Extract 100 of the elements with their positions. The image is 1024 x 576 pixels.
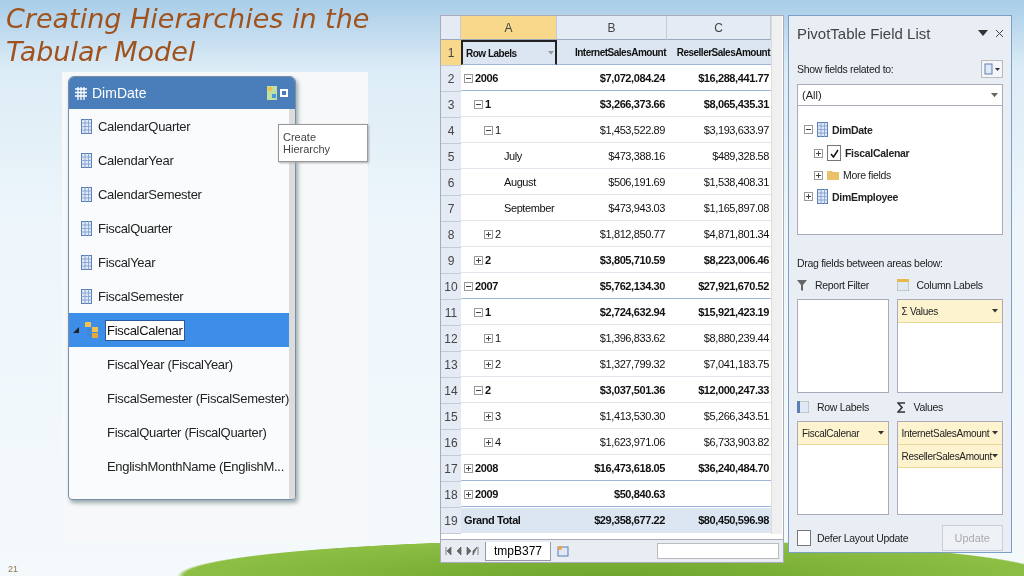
collapse-icon[interactable] bbox=[474, 385, 483, 395]
hierarchy-level[interactable]: FiscalSemester (FiscalSemester) bbox=[107, 390, 290, 406]
total-label: Grand Total bbox=[461, 508, 557, 533]
table-icon bbox=[817, 189, 828, 204]
table-icon bbox=[817, 122, 828, 137]
field-chip[interactable]: ResellerSalesAmount bbox=[897, 445, 1002, 468]
filter-icon bbox=[797, 279, 807, 291]
collapse-icon[interactable] bbox=[484, 125, 493, 135]
horizontal-scrollbar[interactable] bbox=[657, 543, 779, 559]
column-name[interactable]: CalendarQuarter bbox=[98, 118, 191, 134]
drop-area[interactable]: InternetSalesAmount ResellerSalesAmount bbox=[896, 421, 1003, 515]
table-icon bbox=[75, 86, 87, 100]
field-name[interactable]: FiscalCalenar bbox=[845, 147, 910, 159]
collapse-icon[interactable] bbox=[804, 125, 813, 134]
row-number: 10 bbox=[441, 274, 461, 300]
filter-dropdown-icon bbox=[548, 51, 554, 55]
column-header[interactable]: B bbox=[557, 16, 667, 40]
row-label: August bbox=[504, 176, 536, 188]
total-cell: $80,450,596.98 bbox=[667, 508, 771, 533]
dropdown-icon bbox=[992, 309, 998, 313]
expand-icon[interactable] bbox=[464, 489, 473, 499]
expand-icon[interactable] bbox=[464, 463, 473, 473]
hierarchy-level[interactable]: FiscalQuarter (FiscalQuarter) bbox=[107, 424, 267, 440]
column-name[interactable]: FiscalQuarter bbox=[98, 220, 173, 236]
close-icon[interactable] bbox=[996, 29, 1003, 37]
row-label: 2 bbox=[485, 384, 491, 396]
row-number: 15 bbox=[441, 404, 461, 430]
expand-icon[interactable] bbox=[484, 411, 493, 421]
row-number: 19 bbox=[441, 508, 461, 534]
field-checkbox[interactable] bbox=[827, 145, 841, 161]
row-number: 16 bbox=[441, 430, 461, 456]
row-label: 2 bbox=[495, 228, 501, 240]
column-header[interactable]: C bbox=[667, 16, 771, 40]
row-number: 12 bbox=[441, 326, 461, 352]
table-icon bbox=[81, 254, 92, 270]
row-number: 5 bbox=[441, 144, 461, 170]
table-name[interactable]: DimEmployee bbox=[832, 190, 899, 203]
row-number: 2 bbox=[441, 66, 461, 92]
expand-icon[interactable] bbox=[484, 229, 493, 239]
row-label: 2 bbox=[485, 254, 491, 266]
columns-icon bbox=[896, 279, 909, 291]
dropdown-icon bbox=[978, 30, 988, 36]
area-title: Row Labels bbox=[817, 401, 869, 413]
row-number: 9 bbox=[441, 248, 461, 274]
dropdown-icon bbox=[877, 431, 884, 435]
collapse-icon[interactable] bbox=[474, 307, 483, 317]
dropdown-icon bbox=[992, 454, 998, 458]
table-icon bbox=[81, 152, 92, 168]
name-field[interactable]: FiscalCalenar bbox=[105, 319, 185, 341]
collapse-icon[interactable] bbox=[464, 281, 473, 291]
column-name[interactable]: CalendarYear bbox=[98, 152, 174, 168]
row-label: September bbox=[504, 202, 555, 214]
drop-area[interactable]: FiscalCalenar bbox=[797, 421, 889, 515]
column-name[interactable]: CalendarSemester bbox=[98, 186, 202, 202]
areas-label: Drag fields between areas below: bbox=[797, 257, 944, 269]
row-label: 2009 bbox=[475, 488, 498, 500]
expand-icon[interactable] bbox=[484, 359, 493, 369]
expand-icon[interactable] bbox=[484, 437, 493, 447]
expand-icon[interactable] bbox=[814, 148, 823, 158]
row-number: 1 bbox=[441, 40, 461, 66]
row-label: 2 bbox=[495, 358, 501, 370]
expand-icon[interactable] bbox=[814, 170, 823, 180]
row-number: 14 bbox=[441, 378, 461, 404]
expand-icon[interactable] bbox=[474, 255, 483, 265]
area-title: Report Filter bbox=[815, 279, 869, 291]
rows-icon bbox=[797, 401, 809, 413]
expand-icon[interactable] bbox=[484, 333, 493, 343]
layout-menu-icon[interactable] bbox=[981, 60, 1003, 78]
column-name[interactable]: FiscalSemester bbox=[98, 288, 184, 304]
column-header[interactable]: A bbox=[461, 16, 557, 40]
collapse-icon[interactable] bbox=[73, 327, 79, 333]
sheet-tab[interactable]: tmpB377 bbox=[485, 541, 552, 561]
field-name[interactable]: More fields bbox=[843, 169, 892, 181]
defer-label: Defer Layout Update bbox=[817, 532, 909, 544]
row-label: July bbox=[504, 150, 522, 162]
dropdown-value: (All) bbox=[802, 89, 822, 101]
hierarchy-row[interactable]: FiscalCalenar bbox=[69, 313, 290, 347]
collapse-icon[interactable] bbox=[464, 73, 473, 83]
hierarchy-level[interactable]: FiscalYear (FiscalYear) bbox=[107, 356, 233, 372]
chip-label: Σ Values bbox=[901, 305, 938, 317]
field-chip[interactable]: InternetSalesAmount bbox=[897, 422, 1002, 445]
collapse-icon[interactable] bbox=[474, 99, 483, 109]
vertical-scrollbar[interactable] bbox=[771, 16, 782, 534]
chip-label: InternetSalesAmount bbox=[901, 427, 990, 439]
table-icon bbox=[81, 186, 92, 202]
defer-checkbox[interactable] bbox=[797, 530, 811, 546]
field-chip[interactable]: Σ Values bbox=[897, 300, 1002, 323]
header-label: Row Labels bbox=[466, 47, 517, 59]
table-name[interactable]: DimDate bbox=[832, 123, 873, 136]
create-hierarchy-icon[interactable] bbox=[267, 86, 289, 100]
row-number: 13 bbox=[441, 352, 461, 378]
hierarchy-level[interactable]: EnglishMonthName (EnglishM... bbox=[107, 458, 284, 474]
field-chip[interactable]: FiscalCalenar bbox=[798, 422, 888, 445]
sheet-navigation-icon[interactable] bbox=[445, 547, 479, 555]
row-number: 4 bbox=[441, 118, 461, 144]
column-name[interactable]: FiscalYear bbox=[98, 254, 156, 270]
related-dropdown[interactable]: (All) bbox=[797, 84, 1003, 106]
hierarchy-icon bbox=[85, 322, 99, 338]
drop-area[interactable]: Σ Values bbox=[896, 299, 1003, 393]
expand-icon[interactable] bbox=[804, 192, 813, 201]
